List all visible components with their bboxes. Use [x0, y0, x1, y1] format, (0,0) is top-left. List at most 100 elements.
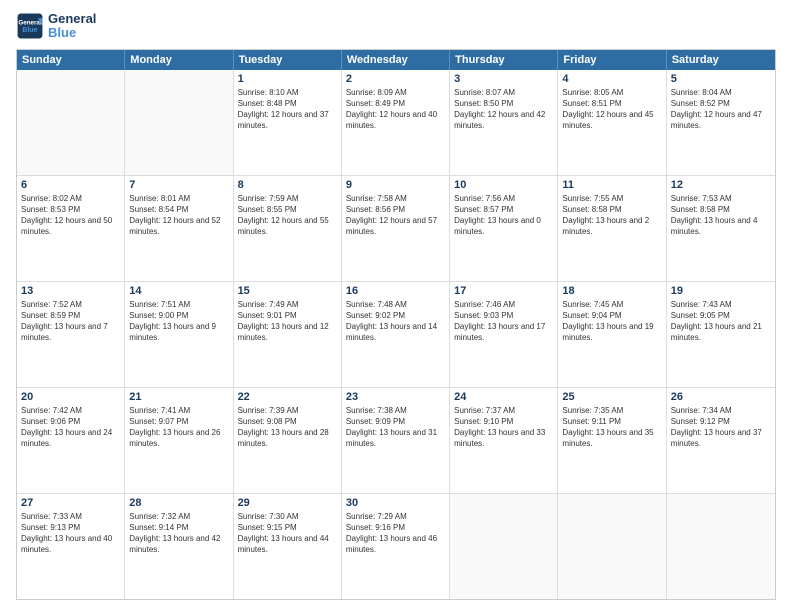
calendar-cell: 15Sunrise: 7:49 AMSunset: 9:01 PMDayligh… — [234, 282, 342, 387]
day-number: 1 — [238, 73, 337, 85]
sunrise: Sunrise: 8:05 AM — [562, 87, 661, 98]
calendar-cell: 27Sunrise: 7:33 AMSunset: 9:13 PMDayligh… — [17, 494, 125, 599]
day-number: 20 — [21, 391, 120, 403]
daylight: Daylight: 13 hours and 31 minutes. — [346, 427, 445, 449]
sunrise: Sunrise: 7:52 AM — [21, 299, 120, 310]
page: General Blue General Blue SundayMondayTu… — [0, 0, 792, 612]
calendar-cell: 1Sunrise: 8:10 AMSunset: 8:48 PMDaylight… — [234, 70, 342, 175]
day-number: 18 — [562, 285, 661, 297]
daylight: Daylight: 12 hours and 42 minutes. — [454, 109, 553, 131]
daylight: Daylight: 12 hours and 52 minutes. — [129, 215, 228, 237]
sunrise: Sunrise: 7:34 AM — [671, 405, 771, 416]
day-number: 16 — [346, 285, 445, 297]
sunset: Sunset: 9:14 PM — [129, 522, 228, 533]
day-number: 27 — [21, 497, 120, 509]
sunrise: Sunrise: 8:09 AM — [346, 87, 445, 98]
sunrise: Sunrise: 7:58 AM — [346, 193, 445, 204]
sunrise: Sunrise: 7:48 AM — [346, 299, 445, 310]
day-number: 25 — [562, 391, 661, 403]
daylight: Daylight: 12 hours and 55 minutes. — [238, 215, 337, 237]
calendar-cell — [558, 494, 666, 599]
calendar-cell: 13Sunrise: 7:52 AMSunset: 8:59 PMDayligh… — [17, 282, 125, 387]
day-number: 2 — [346, 73, 445, 85]
calendar-cell: 23Sunrise: 7:38 AMSunset: 9:09 PMDayligh… — [342, 388, 450, 493]
day-info: Sunrise: 7:32 AMSunset: 9:14 PMDaylight:… — [129, 511, 228, 556]
header-day-thursday: Thursday — [450, 50, 558, 70]
sunrise: Sunrise: 7:42 AM — [21, 405, 120, 416]
sunset: Sunset: 8:57 PM — [454, 204, 553, 215]
day-info: Sunrise: 7:45 AMSunset: 9:04 PMDaylight:… — [562, 299, 661, 344]
header-day-friday: Friday — [558, 50, 666, 70]
sunset: Sunset: 8:51 PM — [562, 98, 661, 109]
sunrise: Sunrise: 7:55 AM — [562, 193, 661, 204]
calendar-cell: 9Sunrise: 7:58 AMSunset: 8:56 PMDaylight… — [342, 176, 450, 281]
daylight: Daylight: 13 hours and 42 minutes. — [129, 533, 228, 555]
daylight: Daylight: 13 hours and 37 minutes. — [671, 427, 771, 449]
daylight: Daylight: 13 hours and 33 minutes. — [454, 427, 553, 449]
day-number: 19 — [671, 285, 771, 297]
day-info: Sunrise: 7:43 AMSunset: 9:05 PMDaylight:… — [671, 299, 771, 344]
daylight: Daylight: 13 hours and 7 minutes. — [21, 321, 120, 343]
sunset: Sunset: 9:05 PM — [671, 310, 771, 321]
daylight: Daylight: 13 hours and 28 minutes. — [238, 427, 337, 449]
header-day-tuesday: Tuesday — [234, 50, 342, 70]
day-number: 29 — [238, 497, 337, 509]
sunrise: Sunrise: 7:37 AM — [454, 405, 553, 416]
sunrise: Sunrise: 7:33 AM — [21, 511, 120, 522]
calendar-cell: 19 Sunrise: 7:43 AMSunset: 9:05 PMDayligh… — [667, 282, 775, 387]
sunset: Sunset: 8:53 PM — [21, 204, 120, 215]
calendar-cell: 25Sunrise: 7:35 AMSunset: 9:11 PMDayligh… — [558, 388, 666, 493]
day-info: Sunrise: 7:39 AMSunset: 9:08 PMDaylight:… — [238, 405, 337, 450]
daylight: Daylight: 13 hours and 21 minutes. — [671, 321, 771, 343]
calendar-cell — [667, 494, 775, 599]
svg-text:General: General — [18, 20, 41, 27]
sunrise: Sunrise: 7:38 AM — [346, 405, 445, 416]
sunrise: Sunrise: 7:29 AM — [346, 511, 445, 522]
day-info: Sunrise: 7:30 AMSunset: 9:15 PMDaylight:… — [238, 511, 337, 556]
daylight: Daylight: 13 hours and 14 minutes. — [346, 321, 445, 343]
sunrise: Sunrise: 7:49 AM — [238, 299, 337, 310]
daylight: Daylight: 12 hours and 40 minutes. — [346, 109, 445, 131]
logo-text: General Blue — [48, 12, 96, 41]
day-info: Sunrise: 7:56 AMSunset: 8:57 PMDaylight:… — [454, 193, 553, 238]
sunset: Sunset: 8:59 PM — [21, 310, 120, 321]
sunrise: Sunrise: 7:51 AM — [129, 299, 228, 310]
day-info: Sunrise: 8:09 AMSunset: 8:49 PMDaylight:… — [346, 87, 445, 132]
calendar-cell: 18 Sunrise: 7:45 AMSunset: 9:04 PMDayligh… — [558, 282, 666, 387]
day-info: Sunrise: 7:38 AMSunset: 9:09 PMDaylight:… — [346, 405, 445, 450]
day-number: 14 — [129, 285, 228, 297]
sunrise: Sunrise: 7:32 AM — [129, 511, 228, 522]
day-info: Sunrise: 7:37 AMSunset: 9:10 PMDaylight:… — [454, 405, 553, 450]
sunset: Sunset: 9:04 PM — [562, 310, 661, 321]
day-info: Sunrise: 7:53 AMSunset: 8:58 PMDaylight:… — [671, 193, 771, 238]
day-info: Sunrise: 7:55 AMSunset: 8:58 PMDaylight:… — [562, 193, 661, 238]
sunrise: Sunrise: 7:56 AM — [454, 193, 553, 204]
sunset: Sunset: 9:10 PM — [454, 416, 553, 427]
calendar-row-3: 20 Sunrise: 7:42 AMSunset: 9:06 PMDayligh… — [17, 388, 775, 494]
day-info: Sunrise: 8:01 AMSunset: 8:54 PMDaylight:… — [129, 193, 228, 238]
daylight: Daylight: 13 hours and 0 minutes. — [454, 215, 553, 237]
sunset: Sunset: 8:49 PM — [346, 98, 445, 109]
header: General Blue General Blue — [16, 12, 776, 41]
calendar-cell: 26Sunrise: 7:34 AMSunset: 9:12 PMDayligh… — [667, 388, 775, 493]
day-info: Sunrise: 7:42 AMSunset: 9:06 PMDaylight:… — [21, 405, 120, 450]
daylight: Daylight: 13 hours and 40 minutes. — [21, 533, 120, 555]
sunrise: Sunrise: 8:07 AM — [454, 87, 553, 98]
header-day-wednesday: Wednesday — [342, 50, 450, 70]
daylight: Daylight: 13 hours and 17 minutes. — [454, 321, 553, 343]
daylight: Daylight: 13 hours and 24 minutes. — [21, 427, 120, 449]
sunset: Sunset: 9:12 PM — [671, 416, 771, 427]
sunset: Sunset: 9:15 PM — [238, 522, 337, 533]
day-number: 17 — [454, 285, 553, 297]
sunrise: Sunrise: 7:41 AM — [129, 405, 228, 416]
day-info: Sunrise: 8:04 AMSunset: 8:52 PMDaylight:… — [671, 87, 771, 132]
daylight: Daylight: 13 hours and 46 minutes. — [346, 533, 445, 555]
sunset: Sunset: 8:58 PM — [671, 204, 771, 215]
sunset: Sunset: 8:50 PM — [454, 98, 553, 109]
daylight: Daylight: 13 hours and 44 minutes. — [238, 533, 337, 555]
calendar-cell: 7Sunrise: 8:01 AMSunset: 8:54 PMDaylight… — [125, 176, 233, 281]
day-number: 22 — [238, 391, 337, 403]
daylight: Daylight: 12 hours and 50 minutes. — [21, 215, 120, 237]
sunset: Sunset: 8:52 PM — [671, 98, 771, 109]
day-number: 8 — [238, 179, 337, 191]
